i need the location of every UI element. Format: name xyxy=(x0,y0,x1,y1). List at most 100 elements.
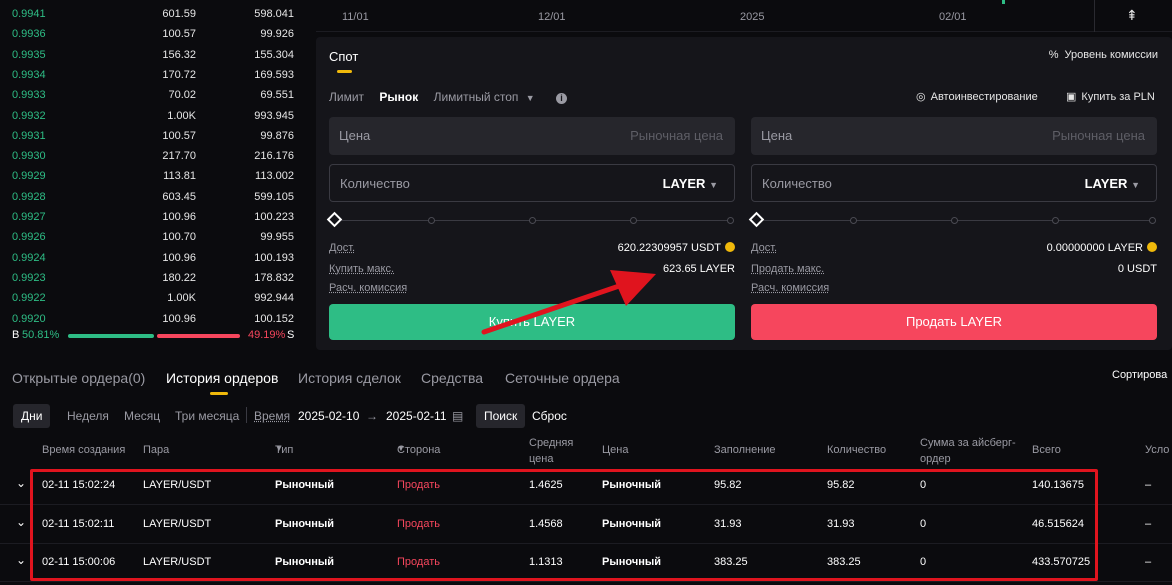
sell-max-row: Продать макс. 0 USDT xyxy=(751,263,1157,275)
orderbook-amount: 1.00K xyxy=(167,109,196,122)
tab-grid-orders[interactable]: Сеточные ордера xyxy=(505,370,620,386)
orderbook-row[interactable]: 0.9922 1.00K 992.944 xyxy=(0,288,308,308)
chart-candle-tip xyxy=(1002,0,1005,4)
tab-stop-limit[interactable]: Лимитный стоп xyxy=(434,90,519,104)
buy-amount-slider[interactable] xyxy=(326,211,735,228)
auto-invest-link[interactable]: ◎ Автоинвестирование xyxy=(916,90,1038,103)
axis-tick: 02/01 xyxy=(939,11,967,23)
sell-price-field[interactable]: Цена Рыночная цена xyxy=(751,117,1157,155)
orderbook-total: 599.105 xyxy=(254,190,294,203)
add-funds-icon[interactable] xyxy=(725,242,735,252)
tab-spot-underline xyxy=(337,70,352,73)
buy-price-field[interactable]: Цена Рыночная цена xyxy=(329,117,735,155)
orderbook-row[interactable]: 0.9932 1.00K 993.945 xyxy=(0,106,308,126)
sell-price-label: Цена xyxy=(761,128,793,143)
expand-chevron-icon[interactable]: ⌄ xyxy=(16,553,26,567)
divider xyxy=(246,407,247,423)
orderbook-row[interactable]: 0.9923 180.22 178.832 xyxy=(0,268,308,288)
sell-available-row: Дост. 0.00000000 LAYER xyxy=(751,242,1157,254)
slider-knob[interactable] xyxy=(748,211,765,228)
date-from[interactable]: 2025-02-10 xyxy=(298,409,359,423)
chevron-down-icon[interactable]: ▼ xyxy=(526,93,535,103)
sort-button[interactable]: Сортирова xyxy=(1112,369,1167,381)
orderbook-price: 0.9928 xyxy=(12,190,46,203)
add-funds-icon[interactable] xyxy=(1147,242,1157,252)
expand-chevron-icon[interactable]: ⌄ xyxy=(16,515,26,529)
tab-open-orders[interactable]: Открытые ордера(0) xyxy=(12,370,145,386)
tab-limit[interactable]: Лимит xyxy=(329,90,364,104)
orders-tabs: Открытые ордера(0) История ордеров Истор… xyxy=(0,358,1172,398)
orderbook-amount: 1.00K xyxy=(167,292,196,305)
tab-trade-history[interactable]: История сделок xyxy=(298,370,401,386)
orderbook-amount: 100.70 xyxy=(162,231,196,244)
period-month[interactable]: Месяц xyxy=(124,409,160,423)
orderbook-total: 992.944 xyxy=(254,292,294,305)
orderbook-amount: 156.32 xyxy=(162,48,196,61)
chevron-down-icon: ▼ xyxy=(1131,180,1140,190)
tab-market[interactable]: Рынок xyxy=(379,90,418,104)
orderbook-row[interactable]: 0.9934 170.72 169.593 xyxy=(0,65,308,85)
buy-fee-label: Расч. комиссия xyxy=(329,282,408,294)
date-to[interactable]: 2025-02-11 xyxy=(386,409,447,423)
sell-amount-slider[interactable] xyxy=(748,211,1157,228)
expand-chevron-icon[interactable]: ⌄ xyxy=(16,476,26,490)
orderbook-amount: 100.57 xyxy=(162,129,196,142)
orderbook-total: 598.041 xyxy=(254,8,294,20)
sell-quantity-unit[interactable]: LAYER ▼ xyxy=(1085,176,1140,191)
annotation-arrow xyxy=(481,270,656,335)
buy-percent: 50.81% xyxy=(22,329,60,341)
orderbook-price: 0.9936 xyxy=(12,28,46,41)
orderbook-row[interactable]: 0.9929 113.81 113.002 xyxy=(0,166,308,186)
info-icon[interactable]: i xyxy=(556,93,568,104)
orderbook-amount: 100.96 xyxy=(162,312,196,325)
buy-quantity-label: Количество xyxy=(340,176,410,191)
orderbook-row[interactable]: 0.9933 70.02 69.551 xyxy=(0,85,308,105)
orderbook-total: 100.193 xyxy=(254,251,294,264)
auto-invest-icon: ◎ xyxy=(916,91,926,103)
sell-quantity-field[interactable]: Количество LAYER ▼ xyxy=(751,164,1157,202)
orderbook-row[interactable]: 0.9928 603.45 599.105 xyxy=(0,187,308,207)
reset-button[interactable]: Сброс xyxy=(532,409,567,423)
buy-max-value: 623.65 LAYER xyxy=(663,263,735,275)
col-price: Цена xyxy=(602,444,629,456)
buy-available-row: Дост. 620.22309957 USDT xyxy=(329,242,735,254)
orderbook-row[interactable]: 0.9926 100.70 99.955 xyxy=(0,227,308,247)
orderbook-row[interactable]: 0.9931 100.57 99.876 xyxy=(0,126,308,146)
axis-divider xyxy=(1094,0,1095,32)
tab-funds[interactable]: Средства xyxy=(421,370,483,386)
orderbook-price: 0.9924 xyxy=(12,251,46,264)
orderbook-price: 0.9930 xyxy=(12,150,46,163)
orderbook-total: 99.926 xyxy=(260,28,294,41)
buy-ratio-bar xyxy=(68,334,154,338)
orderbook-row[interactable]: 0.9924 100.96 100.193 xyxy=(0,248,308,268)
buy-quantity-field[interactable]: Количество LAYER ▼ xyxy=(329,164,735,202)
buy-available-value: 620.22309957 USDT xyxy=(618,242,735,254)
col-total: Всего xyxy=(1032,444,1061,456)
col-pair: Пара xyxy=(143,444,170,456)
axis-tick: 12/01 xyxy=(538,11,566,23)
orderbook-total: 178.832 xyxy=(254,271,294,284)
buy-price-label: Цена xyxy=(339,128,371,143)
calendar-icon[interactable]: ▤ xyxy=(452,409,463,423)
period-week[interactable]: Неделя xyxy=(67,409,109,423)
axis-tick: 11/01 xyxy=(342,11,369,23)
tab-spot[interactable]: Спот xyxy=(329,49,358,64)
search-button[interactable]: Поиск xyxy=(476,404,526,428)
orderbook-row[interactable]: 0.9927 100.96 100.223 xyxy=(0,207,308,227)
orderbook-row[interactable]: 0.9941 601.59 598.041 xyxy=(0,4,308,24)
order-filters: Дни Неделя Месяц Три месяца Время 2025-0… xyxy=(0,401,1172,431)
buy-pln-link[interactable]: ▣ Купить за PLN xyxy=(1066,90,1155,103)
buy-quantity-unit[interactable]: LAYER ▼ xyxy=(663,176,718,191)
sell-max-label: Продать макс. xyxy=(751,263,825,275)
period-days[interactable]: Дни xyxy=(13,404,51,428)
fee-level-link[interactable]: % Уровень комиссии xyxy=(1049,49,1158,61)
orderbook-row[interactable]: 0.9935 156.32 155.304 xyxy=(0,45,308,65)
sell-layer-button[interactable]: Продать LAYER xyxy=(751,304,1157,340)
tab-order-history[interactable]: История ордеров xyxy=(166,370,278,386)
chart-settings-icon[interactable]: ⇞ xyxy=(1126,7,1138,24)
slider-knob[interactable] xyxy=(326,211,343,228)
orderbook-price: 0.9934 xyxy=(12,68,46,81)
orderbook-row[interactable]: 0.9936 100.57 99.926 xyxy=(0,24,308,44)
period-three-months[interactable]: Три месяца xyxy=(175,409,239,423)
orderbook-row[interactable]: 0.9930 217.70 216.176 xyxy=(0,146,308,166)
